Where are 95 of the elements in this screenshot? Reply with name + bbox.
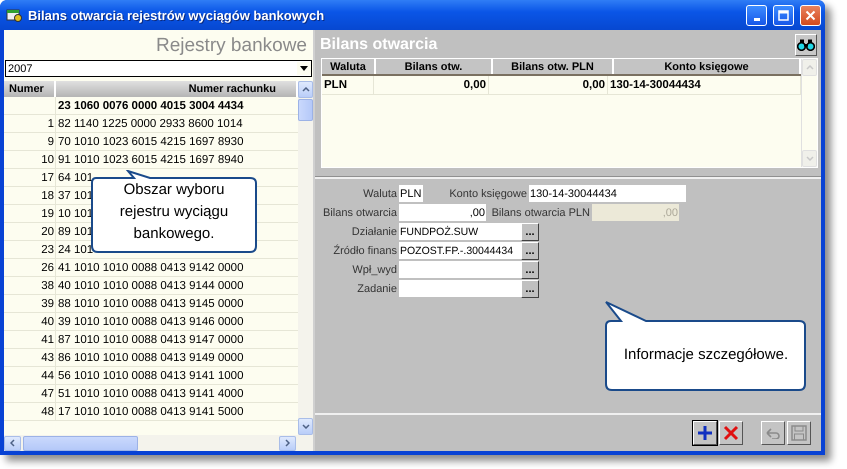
- table-cell: 130-14-30044434: [610, 79, 701, 91]
- table-cell: 64 101: [58, 172, 94, 184]
- table-cell: 41: [41, 334, 54, 346]
- table-cell: 86 1010 1010 0088 0413 9149 0000: [58, 352, 244, 364]
- table-cell: 19: [41, 208, 54, 220]
- field-label: Konto księgowe: [448, 188, 528, 200]
- table-cell: 48: [41, 406, 54, 418]
- close-button[interactable]: [800, 4, 821, 26]
- field-label: Zadanie: [356, 282, 398, 294]
- table-cell: 37 101: [58, 190, 94, 202]
- undo-icon: [765, 427, 781, 439]
- minimize-button[interactable]: [746, 4, 767, 26]
- table-cell: 88 1010 1010 0088 0413 9145 0000: [58, 298, 244, 310]
- chevron-left-icon: [10, 439, 15, 447]
- maximize-button[interactable]: [773, 4, 794, 26]
- scroll-down-button[interactable]: [298, 418, 313, 435]
- column-header[interactable]: Numer rachunku: [56, 81, 298, 97]
- table-cell: 70 1010 1023 6015 4215 1697 8930: [58, 136, 244, 148]
- field-label: Waluta: [362, 188, 398, 200]
- field-label: Działanie: [350, 226, 398, 238]
- input-field[interactable]: ,00: [399, 204, 486, 221]
- table-cell: 40: [41, 316, 54, 328]
- browse-button[interactable]: ...: [521, 222, 539, 240]
- chevron-up-icon: [806, 65, 814, 70]
- chevron-down-icon: [302, 424, 310, 429]
- plus-icon: [696, 424, 714, 442]
- scroll-up-button[interactable]: [298, 81, 313, 98]
- input-field[interactable]: [399, 280, 521, 297]
- table-cell: 0,00: [582, 79, 605, 91]
- table-cell: 1: [48, 118, 54, 130]
- input-field[interactable]: [399, 261, 521, 278]
- browse-button[interactable]: ...: [521, 260, 539, 278]
- column-header[interactable]: Waluta: [322, 59, 376, 74]
- dropdown-arrow-icon: [300, 66, 308, 71]
- browse-button[interactable]: ...: [521, 280, 539, 298]
- table-cell: 10 101: [58, 208, 94, 220]
- column-header[interactable]: Konto księgowe: [614, 59, 801, 74]
- table-cell: 47: [41, 388, 54, 400]
- browse-button[interactable]: ...: [521, 242, 539, 260]
- binoculars-icon: [797, 39, 815, 51]
- table-cell: PLN: [324, 79, 347, 91]
- close-icon: [805, 10, 816, 20]
- scroll-left-button[interactable]: [4, 436, 21, 450]
- table-cell: 44: [41, 370, 54, 382]
- app-icon: [6, 7, 22, 23]
- panel-title: Rejestry bankowe: [154, 34, 308, 58]
- column-header[interactable]: Bilans otw.: [376, 59, 493, 74]
- add-button[interactable]: [693, 421, 717, 445]
- table-cell: 18: [41, 190, 54, 202]
- field-label: Wpł_wyd: [351, 264, 398, 276]
- table-cell: 24 101: [58, 244, 94, 256]
- field-label: Bilans otwarcia: [322, 206, 398, 218]
- table-cell: 9: [48, 136, 54, 148]
- table-cell: 17 1010 1010 0088 0413 9141 5000: [58, 406, 244, 418]
- chevron-up-icon: [302, 87, 310, 92]
- table-cell: 17: [41, 172, 54, 184]
- table-cell: 23 1060 0076 0000 4015 3004 4434: [58, 100, 244, 112]
- table-cell: 38: [41, 280, 54, 292]
- input-field[interactable]: 130-14-30044434: [529, 185, 686, 202]
- table-cell: 43: [41, 352, 54, 364]
- table-cell: 10: [41, 154, 54, 166]
- table-cell: 82 1140 1225 0000 2933 8600 1014: [58, 118, 243, 130]
- table-cell: 41 1010 1010 0088 0413 9142 0000: [58, 262, 244, 274]
- panel-title: Bilans otwarcia: [320, 36, 438, 54]
- chevron-down-icon: [806, 156, 814, 161]
- input-field[interactable]: PLN: [399, 185, 423, 202]
- table-cell: 23: [41, 244, 54, 256]
- window-title: Bilans otwarcia rejestrów wyciągów bankowych: [28, 8, 326, 22]
- table-cell: 91 1010 1023 6015 4215 1697 8940: [58, 154, 244, 166]
- table-cell: 20: [41, 226, 54, 238]
- scrollbar-thumb[interactable]: [298, 99, 313, 121]
- field-label: Źródło finans: [332, 244, 398, 256]
- table-cell: 0,00: [464, 79, 486, 91]
- table-cell: 51 1010 1010 0088 0413 9141 4000: [58, 388, 244, 400]
- close-icon: [722, 424, 740, 442]
- chevron-right-icon: [285, 439, 290, 447]
- table-cell: 26: [41, 262, 54, 274]
- input-field[interactable]: FUNDPOŻ.SUW: [399, 223, 521, 240]
- minimize-icon: [754, 18, 760, 20]
- table-cell: 39 1010 1010 0088 0413 9146 0000: [58, 316, 244, 328]
- table-cell: 40 1010 1010 0088 0413 9144 0000: [58, 280, 244, 292]
- input-field[interactable]: POZOST.FP.-.30044434: [399, 242, 521, 259]
- scrollbar-thumb[interactable]: [23, 436, 138, 450]
- table-cell: 89 101: [58, 226, 94, 238]
- field-label: Bilans otwarcia PLN: [490, 206, 591, 218]
- scroll-right-button[interactable]: [279, 436, 296, 450]
- maximize-icon: [778, 10, 789, 20]
- delete-button[interactable]: [719, 421, 743, 445]
- table-cell: 39: [41, 298, 54, 310]
- table-cell: 87 1010 1010 0088 0413 9147 0000: [58, 334, 244, 346]
- column-header[interactable]: Numer: [4, 81, 56, 97]
- table-cell: 56 1010 1010 0088 0413 9141 1000: [58, 370, 244, 382]
- year-dropdown[interactable]: 2007: [5, 60, 312, 77]
- column-header[interactable]: Bilans otw. PLN: [493, 59, 614, 74]
- search-button[interactable]: [795, 34, 817, 56]
